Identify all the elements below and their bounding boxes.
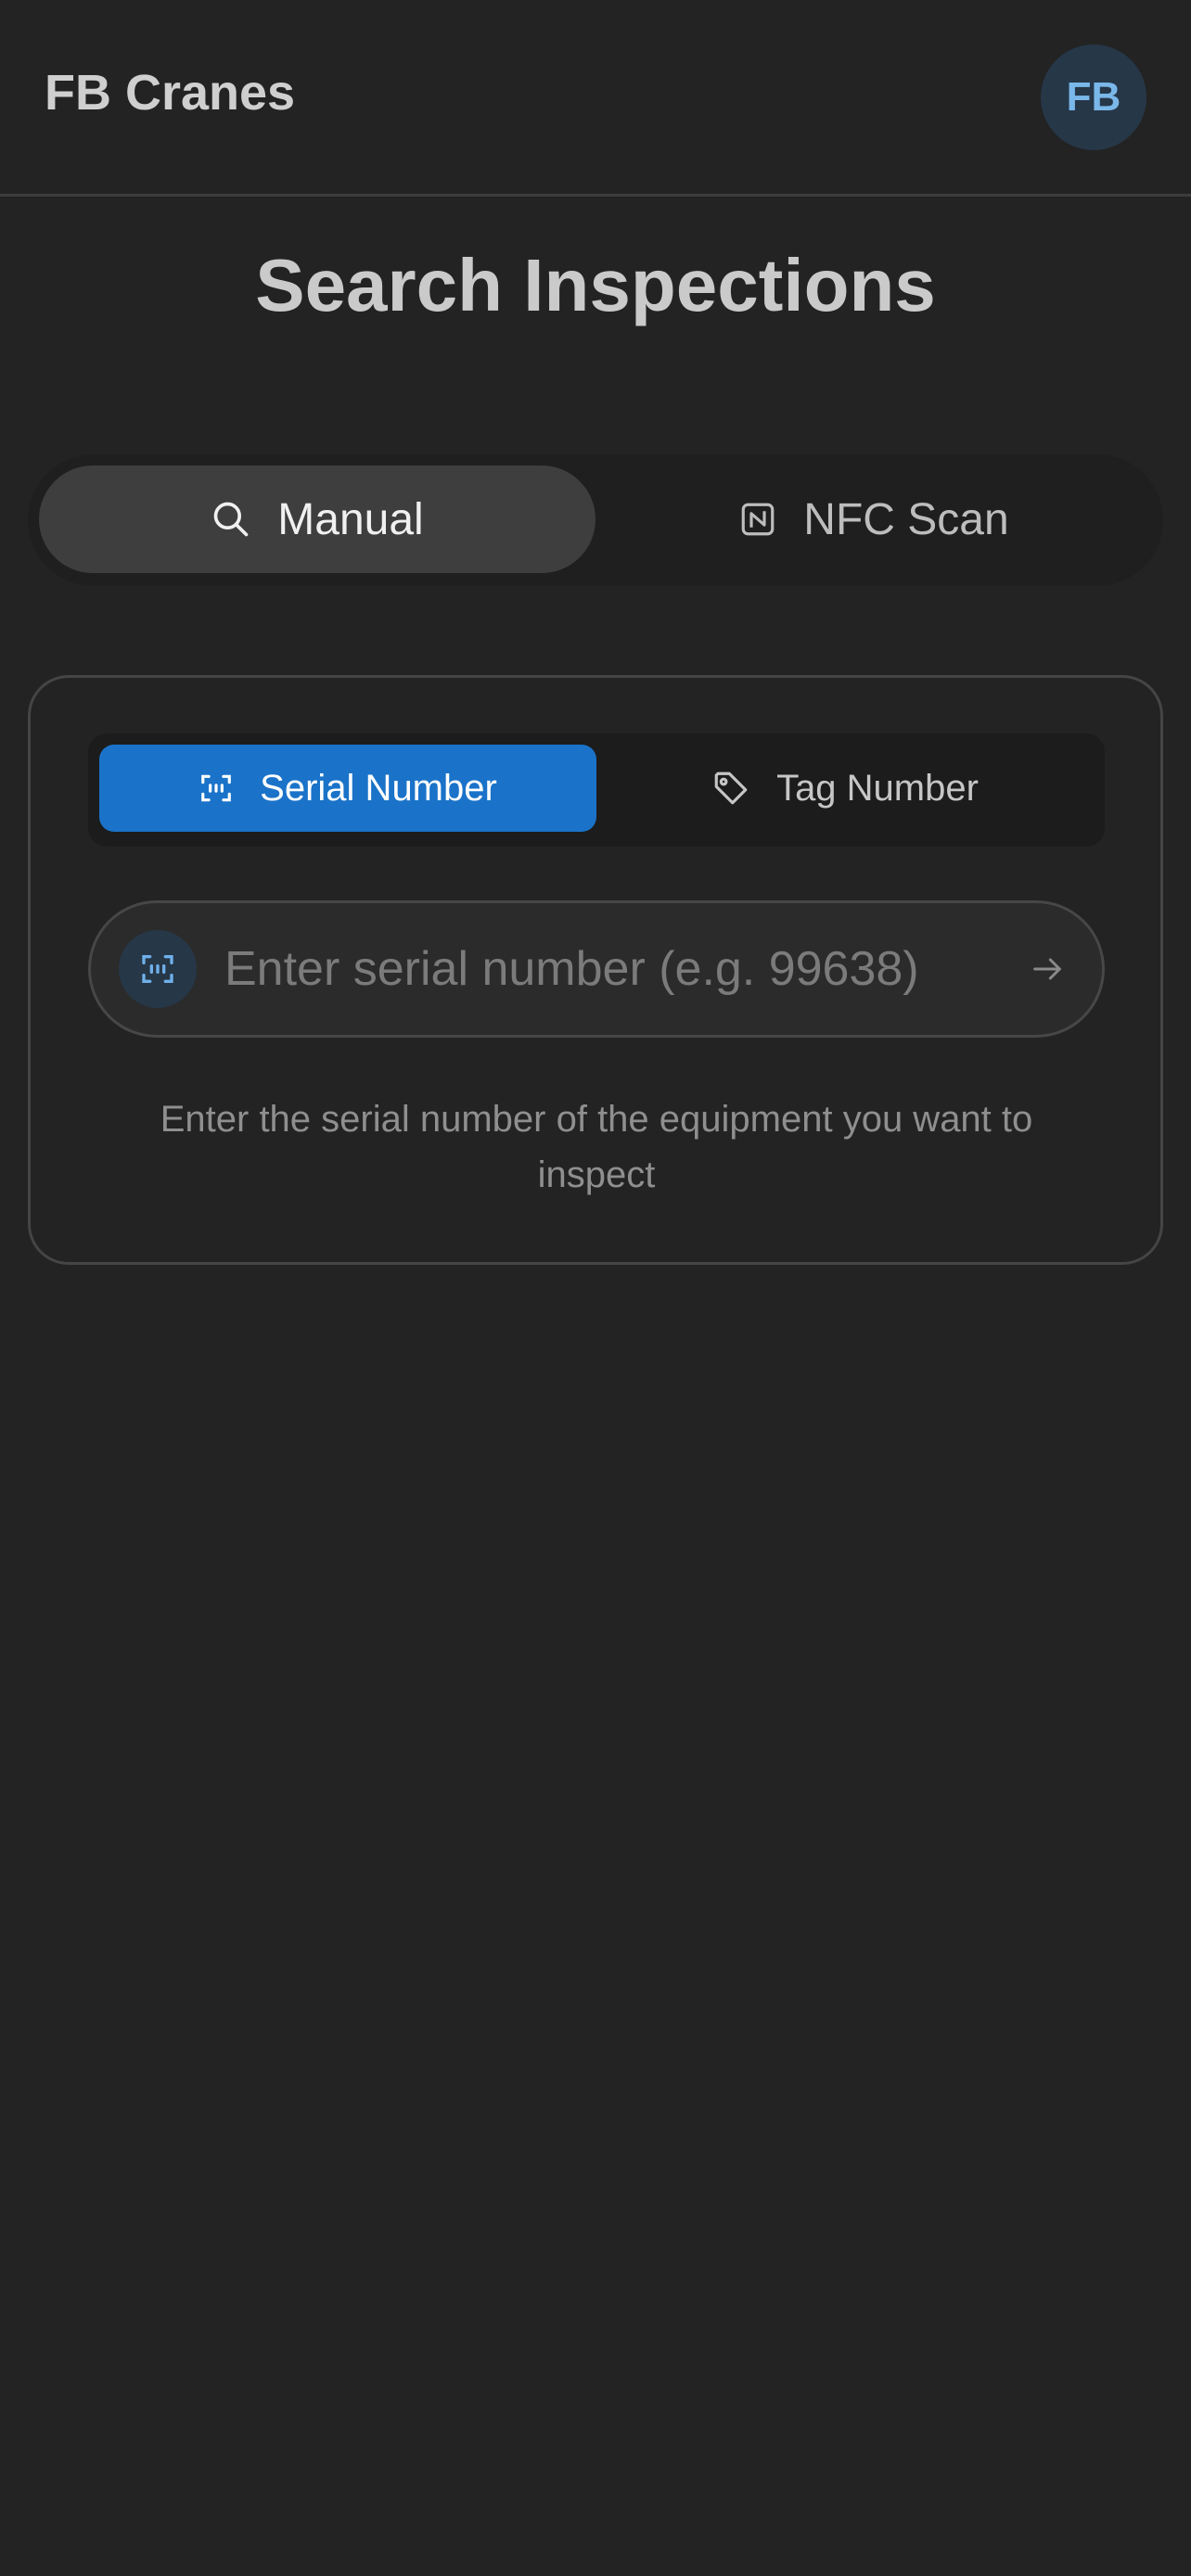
help-text: Enter the serial number of the equipment… — [160, 1099, 1033, 1195]
tab-serial-number-label: Serial Number — [260, 767, 497, 809]
app-header: FB Cranes FB — [0, 0, 1191, 197]
user-avatar[interactable]: FB — [1041, 45, 1146, 150]
app-title: FB Cranes — [45, 65, 296, 121]
tab-serial-number[interactable]: Serial Number — [99, 745, 596, 832]
search-icon — [211, 499, 251, 540]
tab-nfc-scan-label: NFC Scan — [803, 494, 1009, 544]
tab-nfc-scan[interactable]: NFC Scan — [596, 465, 1152, 573]
submit-search-button[interactable] — [1013, 935, 1082, 1003]
tab-manual-label: Manual — [277, 494, 424, 544]
search-mode-tabs: Manual NFC Scan — [28, 454, 1163, 586]
tab-tag-number[interactable]: Tag Number — [596, 745, 1094, 832]
nfc-icon — [738, 500, 777, 539]
search-card: Serial Number Tag Number Enter serial nu… — [28, 675, 1163, 1265]
scan-barcode-button[interactable] — [119, 930, 197, 1008]
barcode-scan-icon — [198, 771, 234, 806]
page-title: Search Inspections — [255, 244, 936, 326]
tag-icon — [711, 769, 750, 808]
serial-search-box — [88, 900, 1105, 1038]
search-type-tabs: Serial Number Tag Number — [88, 733, 1105, 847]
tab-manual[interactable]: Manual — [39, 465, 596, 573]
serial-number-input[interactable] — [223, 927, 992, 1011]
tab-tag-number-label: Tag Number — [776, 767, 979, 809]
barcode-scan-icon — [139, 950, 176, 988]
arrow-right-icon — [1029, 950, 1066, 988]
